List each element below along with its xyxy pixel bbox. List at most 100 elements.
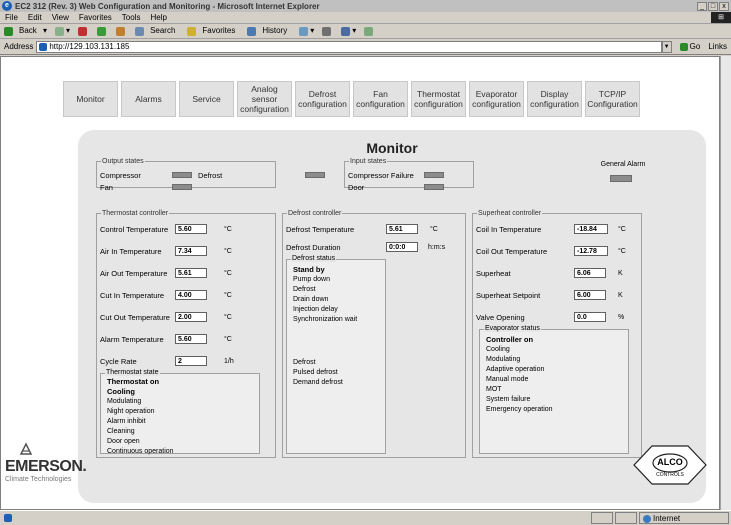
nav-defrost-configuration[interactable]: Defrost configuration bbox=[295, 81, 350, 117]
state-cooling: Cooling bbox=[107, 387, 135, 396]
discuss-button[interactable] bbox=[360, 26, 379, 36]
back-button[interactable]: Back ▾ bbox=[0, 26, 51, 36]
thermostat-controller-legend: Thermostat controller bbox=[102, 210, 169, 217]
status-bar: Internet bbox=[0, 510, 731, 525]
menu-edit[interactable]: Edit bbox=[23, 13, 47, 22]
valve-opening-unit: % bbox=[618, 314, 625, 321]
evap-state-adaptive-operation: Adaptive operation bbox=[486, 366, 545, 373]
cut-out-temperature-unit: °C bbox=[224, 314, 232, 321]
minimize-button[interactable]: _ bbox=[697, 1, 707, 11]
compressor-failure-indicator bbox=[424, 172, 444, 178]
back-arrow-icon bbox=[4, 26, 13, 36]
favorites-icon bbox=[187, 26, 197, 36]
menu-file[interactable]: File bbox=[0, 13, 23, 22]
nav-tcpip-configuration[interactable]: TCP/IP Configuration bbox=[585, 81, 640, 117]
favorites-button[interactable]: Favorites bbox=[183, 26, 243, 36]
state-thermostat-on: Thermostat on bbox=[107, 377, 160, 386]
nav-monitor[interactable]: Monitor bbox=[63, 81, 118, 117]
go-arrow-icon bbox=[679, 42, 688, 51]
superheat-setpoint-label: Superheat Setpoint bbox=[476, 291, 541, 300]
valve-opening-label: Valve Opening bbox=[476, 313, 525, 322]
nav-fan-configuration[interactable]: Fan configuration bbox=[353, 81, 408, 117]
vertical-scrollbar[interactable] bbox=[720, 56, 731, 510]
go-button[interactable]: Go bbox=[676, 42, 705, 51]
coil-in-temperature-unit: °C bbox=[618, 226, 626, 233]
coil-in-temperature-label: Coil In Temperature bbox=[476, 225, 542, 234]
title-bar: e EC2 312 (Rev. 3) Web Configuration and… bbox=[0, 0, 731, 12]
address-bar: Address http://129.103.131.185 ▼ Go Link… bbox=[0, 39, 731, 55]
superheat-label: Superheat bbox=[476, 269, 511, 278]
fan-indicator bbox=[172, 184, 192, 190]
control-temperature-unit: °C bbox=[224, 226, 232, 233]
cycle-rate-unit: 1/h bbox=[224, 358, 234, 365]
nav-evaporator-configuration[interactable]: Evaporator configuration bbox=[469, 81, 524, 117]
cut-out-temperature-label: Cut Out Temperature bbox=[100, 313, 170, 322]
history-button[interactable]: History bbox=[243, 26, 295, 36]
coil-out-temperature-unit: °C bbox=[618, 248, 626, 255]
compressor-label: Compressor bbox=[100, 171, 141, 180]
page-done-icon bbox=[4, 514, 12, 523]
cut-in-temperature-label: Cut In Temperature bbox=[100, 291, 165, 300]
alco-logo: ALCO CONTROLS bbox=[632, 442, 708, 490]
control-temperature-label: Control Temperature bbox=[100, 225, 169, 234]
air-in-temperature-unit: °C bbox=[224, 248, 232, 255]
superheat-controller-legend: Superheat controller bbox=[478, 210, 542, 217]
menu-help[interactable]: Help bbox=[145, 13, 171, 22]
mail-button[interactable]: ▾ bbox=[295, 26, 318, 36]
address-url: http://129.103.131.185 bbox=[49, 42, 130, 51]
output-states-legend: Output states bbox=[102, 158, 144, 165]
address-dropdown-button[interactable]: ▼ bbox=[661, 40, 672, 53]
defrost-state-synchronization-wait: Synchronization wait bbox=[293, 316, 358, 323]
state-modulating: Modulating bbox=[107, 398, 142, 405]
maximize-button[interactable]: □ bbox=[708, 1, 718, 11]
discuss-icon bbox=[364, 26, 374, 36]
close-button[interactable]: x bbox=[719, 1, 729, 11]
air-out-temperature-unit: °C bbox=[224, 270, 232, 277]
security-zone-label: Internet bbox=[653, 514, 681, 523]
cut-in-temperature-unit: °C bbox=[224, 292, 232, 299]
menu-view[interactable]: View bbox=[47, 13, 74, 22]
superheat-setpoint-unit: K bbox=[618, 292, 623, 299]
stop-button[interactable] bbox=[74, 26, 93, 36]
links-button[interactable]: Links bbox=[704, 42, 731, 51]
alco-subtitle: CONTROLS bbox=[656, 472, 684, 478]
menu-favorites[interactable]: Favorites bbox=[74, 13, 117, 22]
window-title: EC2 312 (Rev. 3) Web Configuration and M… bbox=[15, 1, 320, 11]
nav-display-configuration[interactable]: Display configuration bbox=[527, 81, 582, 117]
refresh-button[interactable] bbox=[93, 26, 112, 36]
coil-in-temperature-value: -18.84 bbox=[574, 224, 608, 234]
print-button[interactable] bbox=[318, 26, 337, 36]
alco-name: ALCO bbox=[657, 457, 683, 467]
thermostat-state-legend: Thermostat state bbox=[105, 369, 160, 376]
nav-service[interactable]: Service bbox=[179, 81, 234, 117]
air-in-temperature-value: 7.34 bbox=[175, 246, 207, 256]
door-indicator bbox=[424, 184, 444, 190]
general-alarm-label: General Alarm bbox=[600, 161, 646, 168]
state-door-open: Door open bbox=[107, 438, 140, 445]
emerson-subtitle: Climate Technologies bbox=[5, 476, 72, 483]
forward-button[interactable]: ▾ bbox=[51, 26, 74, 36]
control-temperature-value: 5.60 bbox=[175, 224, 207, 234]
nav-alarms[interactable]: Alarms bbox=[121, 81, 176, 117]
nav-thermostat-configuration[interactable]: Thermostat configuration bbox=[411, 81, 466, 117]
edit-button[interactable]: ▾ bbox=[337, 26, 360, 36]
defrost-duration-unit: h:m:s bbox=[428, 244, 446, 251]
defrost-temperature-value: 5.61 bbox=[386, 224, 418, 234]
top-navigation: Monitor Alarms Service Analog sensor con… bbox=[63, 81, 640, 117]
search-label: Search bbox=[150, 26, 176, 36]
nav-analog-sensor-configuration[interactable]: Analog sensor configuration bbox=[237, 81, 292, 117]
history-label: History bbox=[262, 26, 288, 36]
history-icon bbox=[247, 26, 257, 36]
menu-bar: File Edit View Favorites Tools Help ⊞ bbox=[0, 12, 731, 24]
menu-tools[interactable]: Tools bbox=[117, 13, 146, 22]
search-button[interactable]: Search bbox=[131, 26, 183, 36]
home-button[interactable] bbox=[112, 26, 131, 36]
defrost-state-defrost: Defrost bbox=[293, 286, 316, 293]
favorites-label: Favorites bbox=[202, 26, 236, 36]
evap-state-controller-on: Controller on bbox=[486, 335, 534, 344]
address-input[interactable]: http://129.103.131.185 bbox=[36, 40, 662, 53]
cycle-rate-label: Cycle Rate bbox=[100, 357, 137, 366]
forward-arrow-icon bbox=[55, 26, 65, 36]
mail-icon bbox=[299, 26, 309, 36]
coil-out-temperature-label: Coil Out Temperature bbox=[476, 247, 548, 256]
